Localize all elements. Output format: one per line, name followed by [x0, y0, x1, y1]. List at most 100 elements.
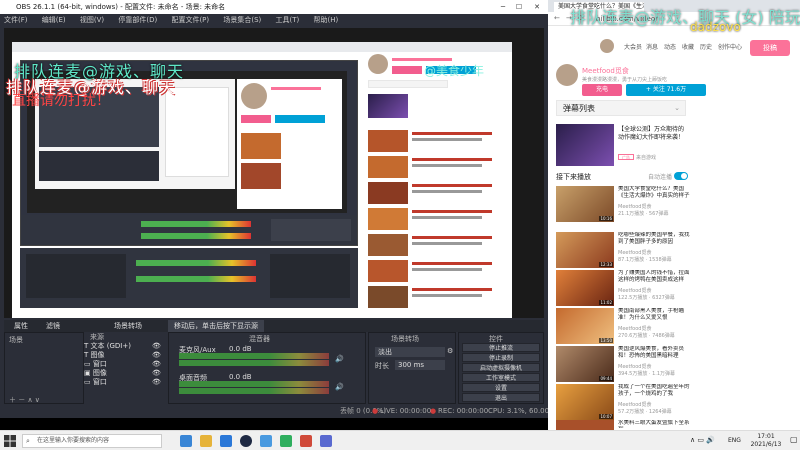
volume-meter: [179, 353, 329, 359]
avatar: [241, 83, 267, 109]
eye-icon[interactable]: 👁: [152, 369, 161, 378]
clock[interactable]: 17:01 2021/6/13: [746, 433, 786, 449]
menu-tools[interactable]: 工具(T): [276, 16, 300, 24]
gear-icon[interactable]: ⚙: [447, 347, 453, 355]
studio-mode-button[interactable]: 工作室模式: [462, 373, 540, 382]
nav-creator-center[interactable]: 创作中心: [718, 42, 742, 51]
menu-profile[interactable]: 配置文件(P): [171, 16, 209, 24]
search-icon: ⌕: [26, 437, 30, 445]
browser-window: 美国大学食堂吃什么？美国《生活大爆炸》 ← → ⟳ bilibili.com/v…: [548, 0, 800, 430]
list-item[interactable]: 11:02 为了赚美国人的钱不惜，拉面这样的烤鸭在美国卖成这样 Meetfood…: [556, 270, 690, 310]
browser-icon[interactable]: [260, 435, 272, 447]
nested-follow: [275, 115, 325, 123]
source-item[interactable]: ▭ 窗口 👁: [84, 360, 164, 369]
stop-streaming-button[interactable]: 停止推流: [462, 343, 540, 352]
ad-card[interactable]: 【全球公测】万众期待的动作魔幻大作即将来袭！ 广告 来自游戏: [556, 124, 686, 166]
eye-icon[interactable]: 👁: [152, 351, 161, 360]
list-item: [368, 260, 500, 282]
avatar[interactable]: [600, 39, 614, 53]
up-next-heading: 接下来播放: [556, 173, 591, 181]
source-item[interactable]: T 文本 (GDI+) 👁: [84, 342, 164, 351]
menu-edit[interactable]: 编辑(E): [42, 16, 66, 24]
list-item[interactable]: 09:44 美国逆风爆美食，看外卖员和！恐怖的美国黑暗料理 Meetfood觅食…: [556, 346, 690, 386]
danmaku-list-toggle[interactable]: 弹幕列表: [556, 100, 686, 116]
video-thumbnail: 12:33: [556, 232, 614, 268]
nav-favorites[interactable]: 收藏: [682, 42, 694, 51]
uploader-avatar[interactable]: [556, 64, 578, 86]
source-item[interactable]: T 图像 👁: [84, 351, 164, 360]
menu-view[interactable]: 视图(V): [80, 16, 104, 24]
nav-messages[interactable]: 消息: [646, 42, 658, 51]
list-item[interactable]: 10:07 我成了一个在美国吃遍全年的孩子，一个烧鸡的了我 Meetfood觅食…: [556, 384, 690, 424]
source-label: 图像: [92, 369, 107, 377]
list-item[interactable]: 10:16 美国大学食堂吃什么？美国《生活大爆炸》中真实的样子 Meetfood…: [556, 186, 690, 226]
video-author: Meetfood觅食: [618, 326, 652, 332]
eye-icon[interactable]: 👁: [152, 342, 161, 351]
transition-select[interactable]: 淡出: [375, 347, 445, 357]
autoplay-label: 自动连播: [648, 174, 673, 181]
nav-vip[interactable]: 大会员: [624, 42, 642, 51]
upload-button[interactable]: 投稿: [750, 40, 790, 56]
back-icon[interactable]: ←: [554, 14, 560, 22]
app-icon[interactable]: [300, 435, 312, 447]
sources-title: 来源: [90, 333, 104, 341]
close-icon[interactable]: ✕: [530, 0, 544, 14]
video-thumbnail: 09:44: [556, 346, 614, 382]
app-icon[interactable]: [320, 435, 332, 447]
obs-icon[interactable]: [240, 435, 252, 447]
obs-preview[interactable]: 排队连麦@游戏、聊天 排队连麦@游戏、聊天 直播请勿打扰！ @美食少年: [4, 28, 544, 318]
speaker-icon[interactable]: 🔊: [335, 355, 344, 363]
nested-bilibili-page: [364, 52, 504, 312]
notification-icon[interactable]: ▢: [790, 435, 798, 444]
edge-icon[interactable]: [180, 435, 192, 447]
minimize-icon[interactable]: ─: [496, 0, 510, 14]
list-item[interactable]: 水美料三眼大蛋友暨旗下全系列: [556, 420, 690, 430]
autoplay-toggle[interactable]: [674, 172, 688, 180]
scene-transition-tab[interactable]: 场景转场: [108, 320, 148, 332]
menu-help[interactable]: 帮助(H): [314, 16, 339, 24]
panel-title: 场景: [9, 336, 23, 344]
rec-timer: REC: 00:00:00: [438, 407, 489, 415]
obs-window: OBS 26.1.1 (64-bit, windows) - 配置文件: 未命名…: [0, 0, 562, 418]
windows-start-icon[interactable]: [4, 435, 16, 447]
nav-history[interactable]: 历史: [700, 42, 712, 51]
virtual-camera-button[interactable]: 启动虚拟摄像机: [462, 363, 540, 372]
list-item[interactable]: 12:33 吃哪些爆辣的美国早餐，我找到了美国胖子多的原因 Meetfood觅食…: [556, 232, 690, 272]
list-item: [368, 156, 500, 178]
obs-menubar: 文件(F) 编辑(E) 视图(V) 停靠部件(D) 配置文件(P) 场景集合(S…: [0, 14, 548, 26]
follow-button[interactable]: + 关注 71.6万: [626, 84, 706, 96]
eye-icon[interactable]: 👁: [152, 360, 161, 369]
nested-obs-docks: [21, 215, 357, 245]
duration-input[interactable]: 300 ms: [395, 360, 445, 370]
file-explorer-icon[interactable]: [200, 435, 212, 447]
settings-button[interactable]: 设置: [462, 383, 540, 392]
source-item[interactable]: ▣ 图像 👁: [84, 369, 164, 378]
source-toolbar: 属性 滤镜 场景转场 移动后，单击后按下显示源: [4, 320, 544, 332]
chevron-down-icon[interactable]: ⌄: [670, 100, 684, 116]
system-tray-icon[interactable]: ∧ ▭ 🔊: [690, 436, 715, 444]
eye-icon[interactable]: 👁: [152, 378, 161, 387]
filters-button[interactable]: 滤镜: [40, 320, 66, 332]
charge-button[interactable]: 充电: [582, 84, 622, 96]
volume-meter: [179, 381, 329, 387]
source-item[interactable]: ▭ 窗口 👁: [84, 378, 164, 387]
menu-file[interactable]: 文件(F): [4, 16, 28, 24]
speaker-icon[interactable]: 🔊: [335, 383, 344, 391]
input-language[interactable]: ENG: [728, 437, 741, 444]
menu-docks[interactable]: 停靠部件(D): [118, 16, 157, 24]
ad-title: 【全球公测】万众期待的动作魔幻大作即将来袭！: [618, 126, 685, 141]
app-icon[interactable]: [280, 435, 292, 447]
list-item: [368, 182, 500, 204]
list-item[interactable]: 13:50 美国南部黑人美食，手枪瞄准！为什么又爱又恨 Meetfood觅食 2…: [556, 308, 690, 348]
properties-button[interactable]: 属性: [8, 320, 34, 332]
taskbar-search-input[interactable]: 在这里输入你要搜索的内容: [22, 434, 162, 448]
maximize-icon[interactable]: ☐: [512, 0, 526, 14]
video-author: Meetfood觅食: [618, 204, 652, 210]
uploader-name[interactable]: Meetfood觅食: [582, 66, 629, 76]
menu-scene-collection[interactable]: 场景集合(S): [223, 16, 261, 24]
list-item: [368, 208, 500, 230]
exit-button[interactable]: 退出: [462, 393, 540, 402]
nav-dynamic[interactable]: 动态: [664, 42, 676, 51]
store-icon[interactable]: [220, 435, 232, 447]
stop-recording-button[interactable]: 停止录制: [462, 353, 540, 362]
